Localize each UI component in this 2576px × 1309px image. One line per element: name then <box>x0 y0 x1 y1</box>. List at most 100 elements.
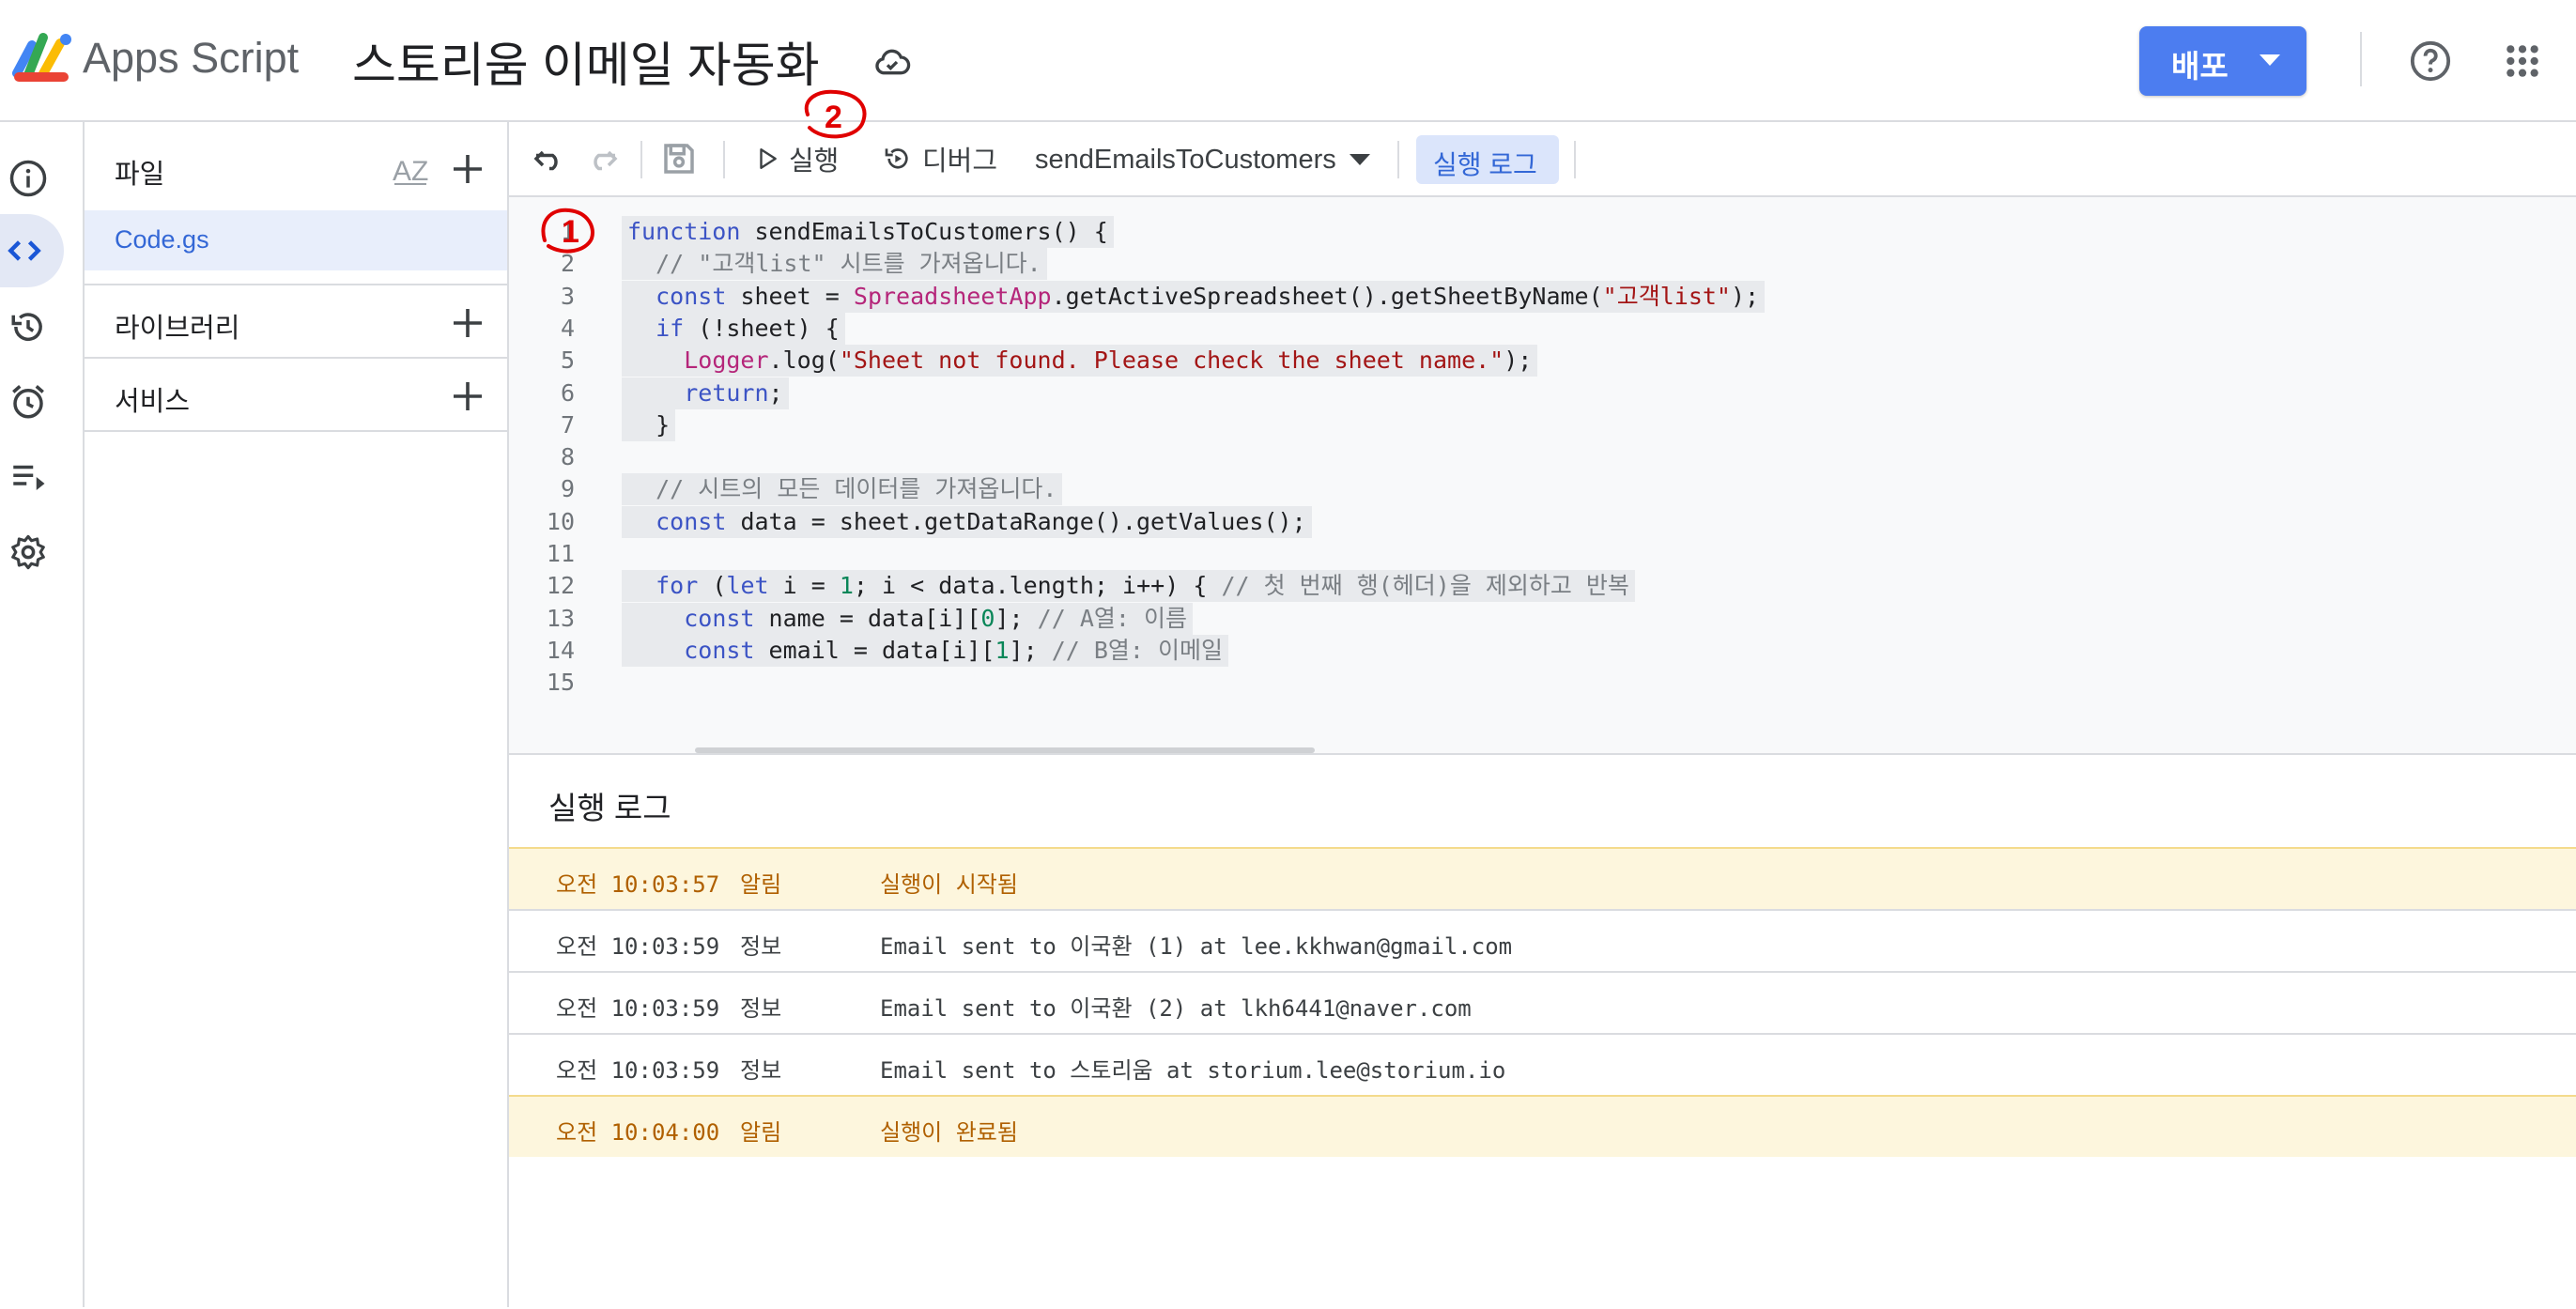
editor-button[interactable] <box>0 214 64 287</box>
line-number: 12 <box>546 572 575 600</box>
svg-text:AZ: AZ <box>393 156 428 187</box>
code-icon <box>8 240 41 261</box>
log-msg: Email sent to 스토리움 at storium.lee@storiu… <box>880 1057 1506 1084</box>
log-time: 오전 10:03:59 <box>556 1057 720 1084</box>
log-time: 오전 10:03:57 <box>556 871 720 898</box>
execution-log-button[interactable]: 실행 로그 <box>1416 135 1559 184</box>
execution-log-panel: 실행 로그 오전 10:03:57 알림 실행이 시작됨 오전 10:03:59 정보 E… <box>509 753 2576 1309</box>
line-number: 14 <box>546 636 575 664</box>
debug-button[interactable]: 디버그 <box>883 135 997 182</box>
line-number: 10 <box>546 507 575 535</box>
top-bar: Apps Script 스토리움 이메일 자동화 배포 <box>0 0 2576 122</box>
log-time: 오전 10:03:59 <box>556 995 720 1022</box>
log-row: 오전 10:04:00 알림 실행이 완료됨 <box>509 1095 2576 1157</box>
code-line[interactable]: 11 <box>509 536 2576 570</box>
log-time: 오전 10:03:59 <box>556 933 720 960</box>
project-title[interactable]: 스토리움 이메일 자동화 <box>352 26 820 96</box>
file-name: Code.gs <box>115 225 209 254</box>
execution-log-title: 실행 로그 <box>548 791 671 825</box>
code-line[interactable]: 4 if (!sheet) { <box>509 311 2576 345</box>
info-icon <box>9 160 47 197</box>
file-item-code-gs[interactable]: Code.gs <box>85 210 507 270</box>
log-row: 오전 10:03:59 정보 Email sent to 스토리움 at stori… <box>509 1033 2576 1095</box>
divider <box>723 141 725 178</box>
code-line[interactable]: 3 const sheet = SpreadsheetApp.getActive… <box>509 279 2576 313</box>
app-name[interactable]: Apps Script <box>83 34 299 83</box>
function-name: sendEmailsToCustomers <box>1035 144 1336 175</box>
add-library-icon[interactable] <box>451 306 485 340</box>
code-line[interactable]: 6 return; <box>509 376 2576 409</box>
log-time: 오전 10:04:00 <box>556 1119 720 1146</box>
log-row: 오전 10:03:57 알림 실행이 시작됨 <box>509 847 2576 909</box>
settings-button[interactable] <box>0 524 56 580</box>
services-label: 서비스 <box>115 387 191 417</box>
divider <box>1574 141 1576 178</box>
files-panel: 파일 AZ Code.gs 라이브러리 서비스 <box>85 122 509 1307</box>
code-editor[interactable]: 1 function sendEmailsToCustomers() {2 // … <box>509 197 2576 753</box>
code-line[interactable]: 15 <box>509 665 2576 699</box>
line-number: 13 <box>546 604 575 632</box>
libraries-label: 라이브러리 <box>115 314 240 344</box>
divider <box>640 141 642 178</box>
alarm-clock-icon <box>12 385 44 419</box>
function-select[interactable]: sendEmailsToCustomers <box>1035 137 1370 182</box>
add-service-icon[interactable] <box>451 379 485 413</box>
apps-script-logo[interactable] <box>11 30 75 85</box>
cloud-saved-icon <box>875 49 911 75</box>
log-msg: 실행이 시작됨 <box>880 871 1018 898</box>
divider <box>2360 32 2362 86</box>
help-icon[interactable] <box>2409 39 2452 83</box>
log-level: 알림 <box>740 871 782 898</box>
code-text: const email = data[i][1]; // B열: 이메일 <box>622 634 1229 667</box>
line-number: 15 <box>546 669 575 697</box>
line-number: 6 <box>560 378 575 407</box>
line-number: 4 <box>560 314 575 342</box>
debug-icon <box>885 148 908 169</box>
debug-label: 디버그 <box>922 146 998 177</box>
log-level: 알림 <box>740 1119 782 1146</box>
code-line[interactable]: 5 Logger.log("Sheet not found. Please ch… <box>509 343 2576 377</box>
sort-az-icon[interactable]: AZ <box>391 152 430 188</box>
log-level: 정보 <box>740 933 782 960</box>
redo-icon[interactable] <box>582 139 622 178</box>
code-line[interactable]: 2 // "고객list" 시트를 가져옵니다. <box>509 246 2576 281</box>
code-text: const name = data[i][0]; // A열: 이름 <box>622 602 1193 635</box>
left-navigation-rail <box>0 122 85 1307</box>
code-line[interactable]: 8 <box>509 439 2576 473</box>
code-text: const sheet = SpreadsheetApp.getActiveSp… <box>622 280 1766 313</box>
line-number: 8 <box>560 443 575 471</box>
code-line[interactable]: 13 const name = data[i][0]; // A열: 이름 <box>509 601 2576 635</box>
triggers-button[interactable] <box>0 374 56 430</box>
code-line[interactable]: 9 // 시트의 모든 데이터를 가져옵니다. <box>509 471 2576 506</box>
code-text: } <box>622 408 676 441</box>
executions-list-icon <box>13 465 45 490</box>
services-header: 서비스 <box>85 362 507 430</box>
google-apps-grid-icon[interactable] <box>2505 43 2540 79</box>
chevron-down-icon <box>1349 154 1370 165</box>
deploy-button[interactable]: 배포 <box>2139 26 2306 96</box>
code-line[interactable]: 1 function sendEmailsToCustomers() { <box>509 214 2576 248</box>
code-text: // 시트의 모든 데이터를 가져옵니다. <box>622 473 1063 506</box>
code-text: Logger.log("Sheet not found. Please chec… <box>622 345 1538 377</box>
gear-icon <box>11 534 45 570</box>
code-line[interactable]: 14 const email = data[i][1]; // B열: 이메일 <box>509 633 2576 667</box>
overview-button[interactable] <box>0 150 56 207</box>
execution-log-label: 실행 로그 <box>1433 150 1537 179</box>
chevron-down-icon[interactable] <box>2260 54 2280 66</box>
code-text: // "고객list" 시트를 가져옵니다. <box>622 248 1047 281</box>
code-line[interactable]: 10 const data = sheet.getDataRange().get… <box>509 504 2576 538</box>
log-level: 정보 <box>740 1057 782 1084</box>
save-icon[interactable] <box>659 139 699 178</box>
files-header: 파일 AZ <box>85 135 507 203</box>
code-line[interactable]: 7 } <box>509 408 2576 441</box>
files-label: 파일 <box>115 160 165 190</box>
code-line[interactable]: 12 for (let i = 1; i < data.length; i++)… <box>509 568 2576 603</box>
add-file-icon[interactable] <box>451 152 485 186</box>
code-text: for (let i = 1; i < data.length; i++) { … <box>622 570 1635 603</box>
history-button[interactable] <box>0 299 56 355</box>
undo-icon[interactable] <box>530 139 569 178</box>
run-button[interactable]: 실행 <box>755 135 839 182</box>
executions-button[interactable] <box>0 449 56 505</box>
play-icon <box>760 148 777 169</box>
log-row: 오전 10:03:59 정보 Email sent to 이국환 (2) at lk… <box>509 971 2576 1033</box>
